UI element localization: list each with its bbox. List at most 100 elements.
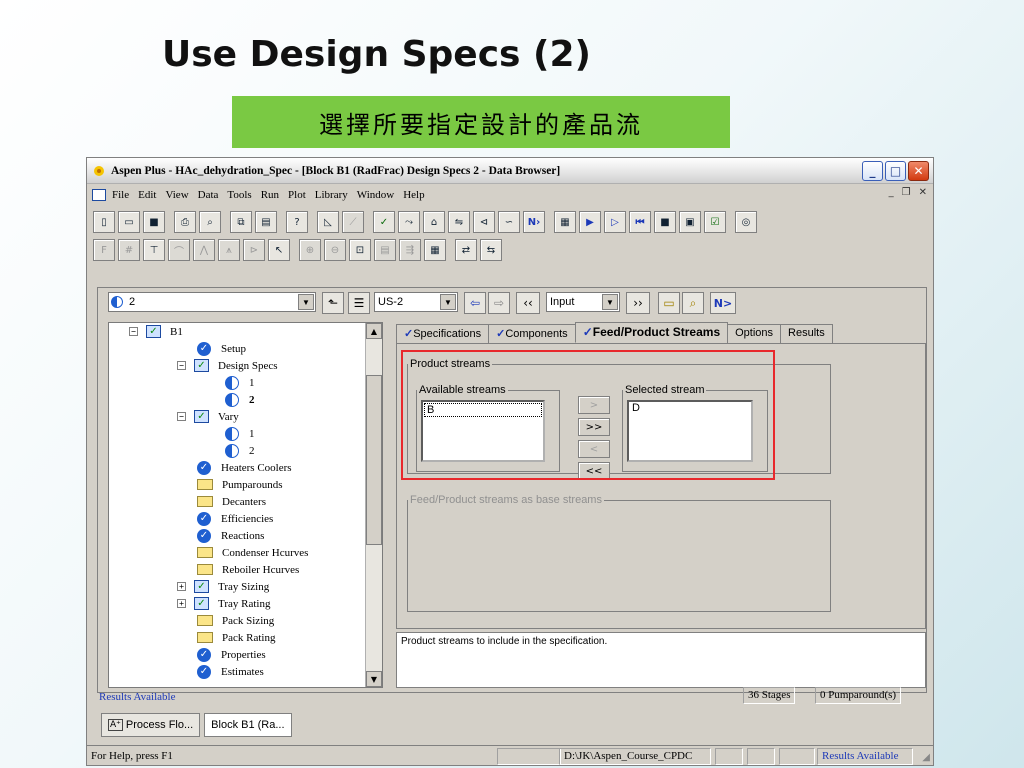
menu-file[interactable]: File (112, 189, 129, 201)
tree-item[interactable]: Pack Rating (197, 629, 275, 646)
status-icon[interactable]: ⌕ (682, 292, 704, 314)
align-icon[interactable]: ⇶ (399, 239, 421, 261)
id-combo[interactable]: 2 ▼ (108, 292, 316, 312)
collapse-icon[interactable]: − (177, 361, 186, 370)
tree-item[interactable]: Reboiler Hcurves (197, 561, 299, 578)
run-icon[interactable]: ▶ (579, 211, 601, 233)
copy-icon[interactable]: ⧉ (230, 211, 252, 233)
resize-grip-icon[interactable]: ◢ (922, 752, 930, 763)
tree-item[interactable]: ✓ Setup (197, 340, 246, 357)
tree-item[interactable]: 1 (225, 425, 255, 442)
check-results-icon[interactable]: ✓ (373, 211, 395, 233)
maximize-icon[interactable]: □ (885, 161, 906, 181)
scroll-thumb[interactable] (366, 375, 382, 545)
open-icon[interactable]: ▭ (118, 211, 140, 233)
tab-process-flowsheet[interactable]: A⁺ Process Flo... (101, 713, 201, 737)
reinit-icon[interactable]: ⏮ (629, 211, 651, 233)
plot-wizard-icon[interactable]: ⟋ (342, 211, 364, 233)
model-library-icon[interactable]: ∽ (498, 211, 520, 233)
close-icon[interactable]: ✕ (908, 161, 929, 181)
menu-edit[interactable]: Edit (138, 189, 156, 201)
mode-combo[interactable]: Input ▼ (546, 292, 620, 312)
scroll-up-icon[interactable]: ▲ (366, 323, 382, 339)
chevron-down-icon[interactable]: ▼ (298, 294, 314, 310)
tree-item[interactable]: − ✓ Design Specs (177, 357, 278, 374)
expand-icon[interactable]: + (177, 582, 186, 591)
mdi-minimize-icon[interactable]: _ (889, 187, 894, 198)
stream-tool-icon[interactable]: ⇄ (455, 239, 477, 261)
tree-toggle-icon[interactable]: ☰ (348, 292, 370, 314)
layout-icon[interactable]: ▤ (374, 239, 396, 261)
model-analysis-icon[interactable]: ◎ (735, 211, 757, 233)
section-icon-6[interactable]: ⩚ (218, 239, 240, 261)
section-icon-1[interactable]: F (93, 239, 115, 261)
stop-icon[interactable]: ■ (654, 211, 676, 233)
house-icon[interactable]: ⌂ (423, 211, 445, 233)
mdi-restore-icon[interactable]: ❐ (902, 187, 911, 198)
tree-item[interactable]: Pumparounds (197, 476, 283, 493)
section-icon-3[interactable]: ⊤ (143, 239, 165, 261)
tree-item[interactable]: ✓ Heaters Coolers (197, 459, 292, 476)
tree-item[interactable]: + ✓ Tray Rating (177, 595, 270, 612)
document-icon[interactable] (92, 189, 106, 201)
tree-item[interactable]: ✓ Reactions (197, 527, 264, 544)
tree-item[interactable]: Pack Sizing (197, 612, 274, 629)
expand-icon[interactable]: + (177, 599, 186, 608)
block-tool-icon[interactable]: ⇆ (480, 239, 502, 261)
tab-components[interactable]: ✓Components (488, 324, 576, 343)
flowsheet-icon[interactable]: ⤳ (398, 211, 420, 233)
menu-help[interactable]: Help (403, 189, 424, 201)
block-combo[interactable]: US-2 ▼ (374, 292, 458, 312)
mdi-close-icon[interactable]: ✕ (919, 187, 927, 198)
tree-scrollbar[interactable]: ▲ ▼ (365, 323, 382, 687)
next-icon[interactable]: N› (523, 211, 545, 233)
menu-run[interactable]: Run (261, 189, 279, 201)
forward-arrow-icon[interactable]: ⇨ (488, 292, 510, 314)
previous-form-icon[interactable]: ‹‹ (516, 292, 540, 314)
menu-view[interactable]: View (165, 189, 188, 201)
tree-item[interactable]: − ✓ B1 (129, 323, 183, 340)
back-arrow-icon[interactable]: ⇦ (464, 292, 486, 314)
section-icon-7[interactable]: ⊳ (243, 239, 265, 261)
new-icon[interactable]: ▯ (93, 211, 115, 233)
step-icon[interactable]: ▷ (604, 211, 626, 233)
control-panel-icon[interactable]: ▦ (554, 211, 576, 233)
up-folder-icon[interactable]: ⬑ (322, 292, 344, 314)
menu-window[interactable]: Window (357, 189, 394, 201)
plot-icon[interactable]: ◺ (317, 211, 339, 233)
notes-icon[interactable]: ▭ (658, 292, 680, 314)
tab-results[interactable]: Results (780, 324, 833, 343)
tab-options[interactable]: Options (727, 324, 782, 343)
menu-library[interactable]: Library (315, 189, 348, 201)
tree-item[interactable]: 2 (225, 442, 255, 459)
menu-data[interactable]: Data (198, 189, 219, 201)
tree-item[interactable]: 2 (225, 391, 255, 408)
next-form-icon[interactable]: ›› (626, 292, 650, 314)
tree-item[interactable]: ✓ Estimates (197, 663, 264, 680)
save-icon[interactable]: ■ (143, 211, 165, 233)
tree-item[interactable]: 1 (225, 374, 255, 391)
zoom-full-icon[interactable]: ⊡ (349, 239, 371, 261)
section-icon-2[interactable]: # (118, 239, 140, 261)
section-icon-5[interactable]: ⋀ (193, 239, 215, 261)
tree-item[interactable]: + ✓ Tray Sizing (177, 578, 269, 595)
tab-block-b1[interactable]: Block B1 (Ra... (204, 713, 292, 737)
tree-item[interactable]: ✓ Properties (197, 646, 266, 663)
help-pointer-icon[interactable]: ? (286, 211, 308, 233)
menu-tools[interactable]: Tools (227, 189, 251, 201)
minimize-icon[interactable]: _ (862, 161, 883, 181)
results-summary-icon[interactable]: ☑ (704, 211, 726, 233)
stream-icon[interactable]: ⇋ (448, 211, 470, 233)
print-icon[interactable]: ⎙ (174, 211, 196, 233)
connect-icon[interactable]: ⊲ (473, 211, 495, 233)
tab-feed-product-streams[interactable]: ✓Feed/Product Streams (574, 322, 729, 343)
zoom-in-icon[interactable]: ⊕ (299, 239, 321, 261)
paste-icon[interactable]: ▤ (255, 211, 277, 233)
print-preview-icon[interactable]: ⌕ (199, 211, 221, 233)
collapse-icon[interactable]: − (129, 327, 138, 336)
chevron-down-icon[interactable]: ▼ (440, 294, 456, 310)
tab-specifications[interactable]: ✓Specifications (396, 324, 490, 343)
tree-item[interactable]: ✓ Efficiencies (197, 510, 273, 527)
results-icon[interactable]: ▣ (679, 211, 701, 233)
menu-plot[interactable]: Plot (288, 189, 306, 201)
